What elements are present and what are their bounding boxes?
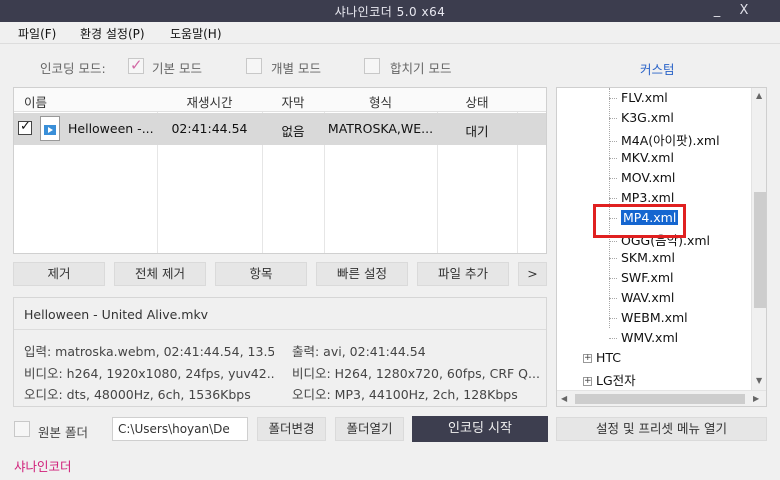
- menu-bar: 파일(F) 환경 설정(P) 도움말(H): [0, 22, 780, 44]
- horizontal-scroll-thumb[interactable]: [575, 394, 745, 404]
- row-subtitle: 없음: [281, 124, 305, 139]
- individual-mode-checkbox[interactable]: [246, 58, 262, 74]
- tree-group-htc[interactable]: + HTC: [583, 350, 621, 365]
- minimize-button[interactable]: _: [706, 1, 728, 21]
- info-output: 출력: avi, 02:41:44.54: [292, 344, 426, 359]
- menu-help[interactable]: 도움말(H): [170, 25, 222, 42]
- table-row[interactable]: Helloween -... 02:41:44.54 없음 MATROSKA,W…: [14, 113, 546, 145]
- basic-mode-label[interactable]: 기본 모드: [152, 58, 202, 77]
- open-folder-button[interactable]: 폴더열기: [335, 417, 404, 441]
- preset-tree: FLV.xml K3G.xml M4A(아이팟).xml MKV.xml MOV.xml…: [556, 87, 767, 407]
- window-title: 샤나인코더 5.0 x64: [334, 5, 446, 19]
- tree-item[interactable]: MP3.xml: [609, 190, 674, 205]
- row-status: 대기: [465, 124, 489, 139]
- info-audio-in: 오디오: dts, 48000Hz, 6ch, 1536Kbps: [24, 387, 251, 402]
- individual-mode-label[interactable]: 개별 모드: [271, 58, 321, 77]
- item-button[interactable]: 항목: [215, 262, 307, 286]
- tree-item[interactable]: WMV.xml: [609, 330, 678, 345]
- add-file-button[interactable]: 파일 추가: [417, 262, 509, 286]
- basic-mode-checkbox[interactable]: [128, 56, 144, 74]
- info-video-out: 비디오: H264, 1280x720, 60fps, CRF Q...: [292, 366, 540, 381]
- encoding-mode-label: 인코딩 모드:: [40, 61, 106, 76]
- menu-file[interactable]: 파일(F): [18, 25, 56, 42]
- tree-item[interactable]: WAV.xml: [609, 290, 674, 305]
- settings-preset-menu-button[interactable]: 설정 및 프리셋 메뉴 열기: [556, 417, 767, 441]
- app-brand-label: 샤나인코더: [14, 459, 72, 474]
- info-input: 입력: matroska.webm, 02:41:44.54, 13.5...: [24, 344, 274, 359]
- info-audio-out: 오디오: MP3, 44100Hz, 2ch, 128Kbps: [292, 387, 518, 402]
- row-name: Helloween -...: [68, 121, 154, 136]
- scroll-right-icon[interactable]: ▶: [753, 394, 759, 403]
- quick-settings-button[interactable]: 빠른 설정: [316, 262, 408, 286]
- header-subtitle[interactable]: 자막: [262, 92, 324, 111]
- expand-icon[interactable]: +: [583, 377, 592, 386]
- start-encoding-button[interactable]: 인코딩 시작: [412, 416, 548, 442]
- tree-vertical-scrollbar[interactable]: ▲ ▼: [751, 88, 766, 390]
- selection-highlight-box: [593, 204, 686, 238]
- media-info-panel: Helloween - United Alive.mkv 입력: matrosk…: [13, 297, 547, 407]
- remove-all-button[interactable]: 전체 제거: [114, 262, 206, 286]
- close-button[interactable]: X: [733, 1, 755, 21]
- info-filename: Helloween - United Alive.mkv: [24, 307, 209, 322]
- table-header: 이름 재생시간 자막 형식 상태: [14, 88, 546, 112]
- row-format: MATROSKA,WE...: [327, 121, 434, 136]
- header-status[interactable]: 상태: [437, 92, 517, 111]
- tree-horizontal-scrollbar[interactable]: ◀ ▶: [557, 390, 766, 406]
- tree-item[interactable]: SWF.xml: [609, 270, 674, 285]
- change-folder-button[interactable]: 폴더변경: [257, 417, 326, 441]
- merge-mode-label[interactable]: 합치기 모드: [390, 58, 451, 77]
- scroll-left-icon[interactable]: ◀: [561, 394, 567, 403]
- merge-mode-checkbox[interactable]: [364, 58, 380, 74]
- title-bar: 샤나인코더 5.0 x64 _ X: [0, 0, 780, 22]
- row-duration: 02:41:44.54: [171, 121, 248, 136]
- tree-item[interactable]: FLV.xml: [609, 90, 668, 105]
- video-file-icon: [40, 116, 60, 141]
- vertical-scroll-thumb[interactable]: [754, 192, 766, 308]
- header-name[interactable]: 이름: [24, 92, 47, 111]
- remove-button[interactable]: 제거: [13, 262, 105, 286]
- tree-item[interactable]: SKM.xml: [609, 250, 675, 265]
- tree-item[interactable]: K3G.xml: [609, 110, 674, 125]
- scroll-down-icon[interactable]: ▼: [756, 376, 762, 385]
- info-video-in: 비디오: h264, 1920x1080, 24fps, yuv42...: [24, 366, 274, 381]
- tree-item[interactable]: M4A(아이팟).xml: [609, 130, 720, 149]
- output-path-field[interactable]: C:\Users\hoyan\De: [112, 417, 248, 441]
- header-format[interactable]: 형식: [324, 92, 437, 111]
- file-table: 이름 재생시간 자막 형식 상태 Helloween -... 02:41:44…: [13, 87, 547, 254]
- header-duration[interactable]: 재생시간: [157, 92, 262, 111]
- tree-item[interactable]: MOV.xml: [609, 170, 675, 185]
- more-button[interactable]: >: [518, 262, 547, 286]
- scroll-up-icon[interactable]: ▲: [756, 91, 762, 100]
- tree-item[interactable]: MKV.xml: [609, 150, 674, 165]
- tree-group-lg[interactable]: + LG전자: [583, 370, 636, 389]
- row-checkbox[interactable]: [18, 119, 32, 135]
- menu-settings[interactable]: 환경 설정(P): [80, 25, 145, 42]
- source-folder-label[interactable]: 원본 폴더: [38, 422, 88, 441]
- expand-icon[interactable]: +: [583, 354, 592, 363]
- tree-item[interactable]: WEBM.xml: [609, 310, 688, 325]
- custom-preset-title: 커스텀: [640, 62, 675, 77]
- source-folder-checkbox[interactable]: [14, 421, 30, 437]
